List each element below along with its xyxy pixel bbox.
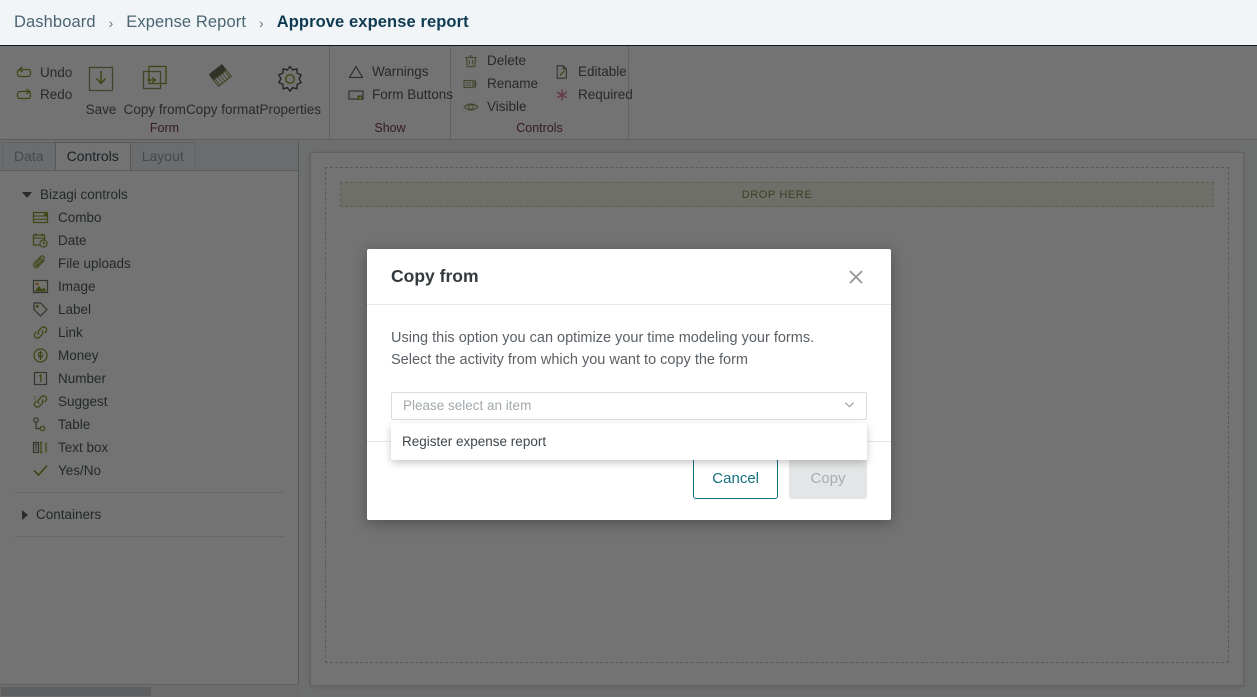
activity-select[interactable]: Please select an item: [391, 391, 867, 420]
dialog-title: Copy from: [391, 266, 479, 286]
breadcrumb-item-expense-report[interactable]: Expense Report: [126, 13, 246, 32]
breadcrumb-separator-icon: ›: [259, 14, 264, 31]
dialog-body: Using this option you can optimize your …: [367, 305, 891, 460]
cancel-button[interactable]: Cancel: [693, 457, 778, 499]
breadcrumb-item-dashboard[interactable]: Dashboard: [14, 13, 96, 32]
copy-from-dialog: Copy from Using this option you can opti…: [367, 249, 891, 520]
dialog-header: Copy from: [367, 249, 891, 305]
activity-select-wrapper: Please select an item Register expense r…: [391, 391, 867, 460]
breadcrumb: Dashboard › Expense Report › Approve exp…: [0, 0, 1257, 45]
activity-option[interactable]: Register expense report: [391, 429, 867, 454]
breadcrumb-separator-icon: ›: [108, 14, 114, 31]
close-icon[interactable]: [843, 264, 869, 290]
breadcrumb-item-current: Approve expense report: [276, 13, 469, 31]
application-window: Dashboard › Expense Report › Approve exp…: [0, 0, 1257, 697]
chevron-down-icon: [843, 398, 856, 414]
activity-select-placeholder: Please select an item: [403, 398, 532, 414]
copy-button[interactable]: Copy: [789, 457, 867, 499]
dialog-description: Using this option you can optimize your …: [391, 330, 815, 369]
activity-select-options: Register expense report: [391, 422, 867, 460]
